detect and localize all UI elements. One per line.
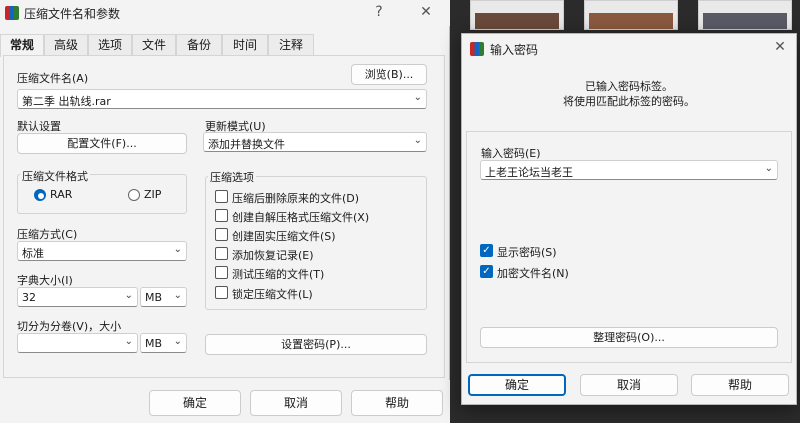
lock-archive-checkbox[interactable] [215,286,228,299]
default-settings-label: 默认设置 [17,120,61,133]
method-select[interactable]: 标准 ⌄ [17,241,187,261]
help-button[interactable]: 帮助 [351,390,443,416]
dialog-footer: 确定 取消 帮助 [0,380,450,423]
archive-format-title: 压缩文件格式 [20,168,90,184]
zip-label[interactable]: ZIP [144,188,161,201]
dict-size-value: 32 [22,291,36,304]
method-label: 压缩方式(C) [17,228,78,241]
password-tag-info: 已输入密码标签。 [585,80,673,93]
password-tag-info-2: 将使用匹配此标签的密码。 [563,95,695,108]
split-unit-value: MB [145,337,163,350]
rar-label[interactable]: RAR [50,188,72,201]
chevron-down-icon[interactable]: ⌄ [125,290,133,301]
show-password-checkbox[interactable]: ✓ [480,244,493,257]
profiles-button[interactable]: 配置文件(F)... [17,133,187,154]
method-value: 标准 [22,247,44,260]
enter-password-dialog: 输入密码 ✕ 已输入密码标签。 将使用匹配此标签的密码。 输入密码(E) 上老王… [461,33,797,405]
tab-options[interactable]: 选项 [88,34,132,56]
dialog-title: 输入密码 [490,43,539,57]
winrar-app-icon [5,6,19,20]
recovery-record-label[interactable]: 添加恢复记录(E) [232,247,314,263]
set-password-button[interactable]: 设置密码(P)... [205,334,427,355]
sfx-checkbox[interactable] [215,209,228,222]
chevron-down-icon[interactable]: ⌄ [414,135,422,146]
tab-files[interactable]: 文件 [132,34,176,56]
thumbnail[interactable] [470,0,564,30]
chevron-down-icon[interactable]: ⌄ [174,336,182,347]
help-icon[interactable]: ? [367,2,391,22]
test-archive-label[interactable]: 测试压缩的文件(T) [232,266,324,282]
rar-radio[interactable] [34,189,46,201]
archive-name-label: 压缩文件名(A) [17,72,89,85]
tab-bar: 常规 高级 选项 文件 备份 时间 注释 [0,34,314,57]
password-combobox[interactable]: 上老王论坛当老王 ⌄ [480,160,778,180]
chevron-down-icon[interactable]: ⌄ [125,336,133,347]
ok-button[interactable]: 确定 [468,374,566,396]
delete-after-label[interactable]: 压缩后删除原来的文件(D) [232,190,359,206]
thumbnail[interactable] [584,0,678,30]
solid-label[interactable]: 创建固实压缩文件(S) [232,228,336,244]
enter-password-label: 输入密码(E) [481,147,541,160]
zip-radio[interactable] [128,189,140,201]
tab-advanced[interactable]: 高级 [44,34,88,56]
archiving-options-title: 压缩选项 [208,169,256,185]
recovery-record-checkbox[interactable] [215,247,228,260]
tab-general[interactable]: 常规 [0,34,44,57]
encrypt-names-label[interactable]: 加密文件名(N) [497,265,569,281]
title-bar: 压缩文件名和参数 ? ✕ [0,0,450,26]
solid-checkbox[interactable] [215,228,228,241]
archive-params-window: 压缩文件名和参数 ? ✕ 常规 高级 选项 文件 备份 时间 注释 压缩文件名(… [0,0,450,423]
update-mode-value: 添加并替换文件 [208,138,285,151]
archive-name-value: 第二季 出轨线.rar [22,95,111,108]
lock-archive-label[interactable]: 锁定压缩文件(L) [232,286,313,302]
show-password-label[interactable]: 显示密码(S) [497,244,557,260]
chevron-down-icon[interactable]: ⌄ [414,92,422,103]
chevron-down-icon[interactable]: ⌄ [174,244,182,255]
encrypt-names-checkbox[interactable]: ✓ [480,265,493,278]
dict-size-select[interactable]: 32 ⌄ [17,287,138,307]
split-unit-select[interactable]: MB ⌄ [140,333,187,353]
browse-button[interactable]: 浏览(B)... [351,64,427,85]
archive-name-combobox[interactable]: 第二季 出轨线.rar ⌄ [17,89,427,109]
tab-backup[interactable]: 备份 [176,34,222,56]
delete-after-checkbox[interactable] [215,190,228,203]
close-icon[interactable]: ✕ [768,37,792,57]
split-volume-label: 切分为分卷(V)，大小 [17,320,122,333]
close-icon[interactable]: ✕ [414,2,438,22]
dict-unit-select[interactable]: MB ⌄ [140,287,187,307]
chevron-down-icon[interactable]: ⌄ [765,163,773,174]
help-button[interactable]: 帮助 [691,374,789,396]
ok-button[interactable]: 确定 [149,390,241,416]
dict-unit-value: MB [145,291,163,304]
window-title: 压缩文件名和参数 [24,7,121,21]
cancel-button[interactable]: 取消 [250,390,342,416]
tab-comment[interactable]: 注释 [268,34,314,56]
update-mode-select[interactable]: 添加并替换文件 ⌄ [203,132,427,152]
winrar-app-icon [470,42,484,56]
organize-passwords-button[interactable]: 整理密码(O)... [480,327,778,348]
cancel-button[interactable]: 取消 [580,374,678,396]
test-archive-checkbox[interactable] [215,266,228,279]
thumbnail[interactable] [698,0,792,30]
dict-size-label: 字典大小(I) [17,274,73,287]
tab-time[interactable]: 时间 [222,34,268,56]
chevron-down-icon[interactable]: ⌄ [174,290,182,301]
password-value: 上老王论坛当老王 [485,166,573,179]
split-size-input[interactable]: ⌄ [17,333,138,353]
sfx-label[interactable]: 创建自解压格式压缩文件(X) [232,209,369,225]
